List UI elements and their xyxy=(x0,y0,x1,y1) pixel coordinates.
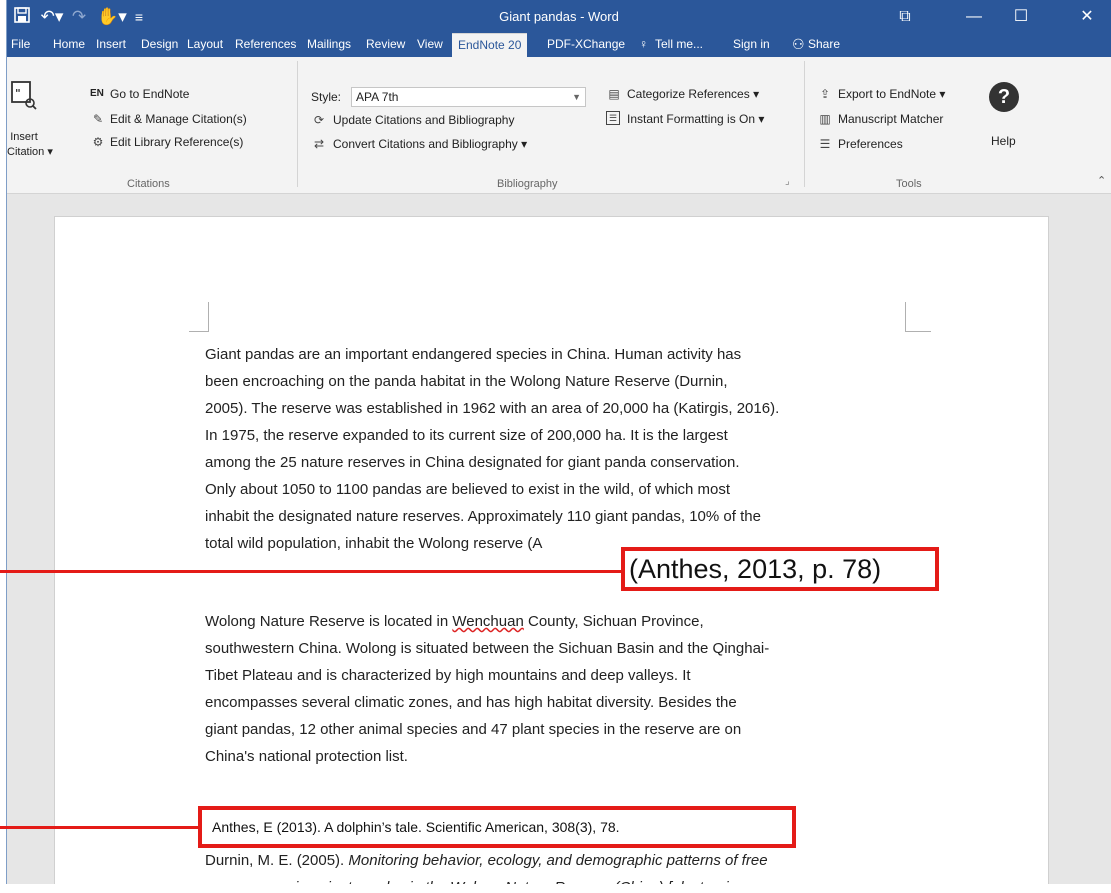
insert-citation-label-2[interactable]: Citation ▾ xyxy=(7,144,53,160)
share-icon[interactable]: ⚇ xyxy=(792,33,805,57)
edit-manage-citations-button[interactable]: Edit & Manage Citation(s) xyxy=(110,111,247,127)
edit-library-reference-button[interactable]: Edit Library Reference(s) xyxy=(110,134,243,150)
ribbon-endnote: " Insert Citation ▾ EN Go to EndNote ✎ E… xyxy=(7,57,1111,194)
manuscript-matcher-icon: ▥ xyxy=(819,112,831,126)
text-line: Durnin, M. E. (2005). Monitoring behavio… xyxy=(205,852,768,869)
tab-view[interactable]: View xyxy=(417,33,443,57)
group-separator xyxy=(804,61,805,187)
text-line: Giant pandas are an important endangered… xyxy=(205,346,742,363)
text-line: encompasses several climatic zones, and … xyxy=(205,694,737,711)
text-line: giant pandas, 12 other animal species an… xyxy=(205,721,742,738)
export-to-endnote-icon: ⇪ xyxy=(819,87,831,101)
share-button[interactable]: Share xyxy=(808,33,840,57)
spelling-error-word[interactable]: Wenchuan xyxy=(452,613,523,630)
text-line: inhabit the designated nature reserves. … xyxy=(205,508,761,525)
text-line: In 1975, the reserve expanded to its cur… xyxy=(205,427,728,444)
instant-formatting-button[interactable]: Instant Formatting is On ▾ xyxy=(627,111,764,127)
style-label: Style: xyxy=(311,90,342,104)
manuscript-matcher-button[interactable]: Manuscript Matcher xyxy=(838,111,943,127)
tab-review[interactable]: Review xyxy=(366,33,405,57)
tab-endnote[interactable]: EndNote 20 xyxy=(452,33,528,57)
window-title: Giant pandas - Word xyxy=(499,9,619,24)
text-line: Tibet Plateau and is characterized by hi… xyxy=(205,667,691,684)
chevron-down-icon: ▼ xyxy=(572,92,581,102)
text-line: among the 25 nature reserves in China de… xyxy=(205,454,740,471)
insert-citation-icon[interactable]: " xyxy=(11,81,37,111)
style-dropdown[interactable]: APA 7th ▼ xyxy=(351,87,586,107)
group-label-citations: Citations xyxy=(127,178,170,190)
lightbulb-icon[interactable]: ♀ xyxy=(639,33,648,57)
word-window: ↶▾ ↷ ✋▾ ≡ Giant pandas - Word ⧉ — ☐ ✕ Fi… xyxy=(6,0,1111,884)
dialog-launcher-icon[interactable]: ⌟ xyxy=(785,174,790,190)
help-button[interactable]: Help xyxy=(991,133,1016,149)
endnote-badge-icon: EN xyxy=(90,88,104,99)
help-icon[interactable]: ? xyxy=(989,82,1019,112)
tell-me-search[interactable]: Tell me... xyxy=(655,33,703,57)
insert-citation-label[interactable]: Insert xyxy=(7,129,41,145)
tab-pdf-xchange[interactable]: PDF-XChange xyxy=(547,33,625,57)
margin-marker xyxy=(189,302,209,332)
paragraph-2[interactable]: Wolong Nature Reserve is located in Wenc… xyxy=(205,608,805,770)
categorize-references-button[interactable]: Categorize References ▾ xyxy=(627,86,759,102)
title-bar: ↶▾ ↷ ✋▾ ≡ Giant pandas - Word ⧉ — ☐ ✕ xyxy=(7,0,1111,33)
preferences-icon: ☰ xyxy=(819,137,831,151)
edit-citation-icon: ✎ xyxy=(92,112,104,126)
citation-callout: (Anthes, 2013, p. 78) xyxy=(621,547,939,591)
convert-citations-icon: ⇄ xyxy=(313,137,325,151)
convert-citations-button[interactable]: Convert Citations and Bibliography ▾ xyxy=(333,136,527,152)
paragraph-1[interactable]: Giant pandas are an important endangered… xyxy=(205,341,805,557)
export-to-endnote-button[interactable]: Export to EndNote ▾ xyxy=(838,86,945,102)
go-to-endnote-button[interactable]: Go to EndNote xyxy=(110,86,189,102)
tab-layout[interactable]: Layout xyxy=(187,33,223,57)
text-line: Only about 1050 to 1100 pandas are belie… xyxy=(205,481,731,498)
sign-in-link[interactable]: Sign in xyxy=(733,33,770,57)
document-area: Giant pandas are an important endangered… xyxy=(7,194,1111,884)
callout-connector-line xyxy=(0,570,626,573)
preferences-button[interactable]: Preferences xyxy=(838,136,903,152)
text-line: Wolong Nature Reserve is located in Wenc… xyxy=(205,613,704,630)
close-button[interactable]: ✕ xyxy=(1064,0,1110,33)
tab-references[interactable]: References xyxy=(235,33,296,57)
text-line: ranging giant pandas in the Wolong Natur… xyxy=(205,874,805,884)
text-line: China's national protection list. xyxy=(205,748,408,765)
collapse-ribbon-icon[interactable]: ⌃ xyxy=(1097,173,1106,189)
minimize-button[interactable]: — xyxy=(951,0,997,33)
text-line: 2005). The reserve was established in 19… xyxy=(205,400,780,417)
tab-home[interactable]: Home xyxy=(53,33,85,57)
group-separator xyxy=(297,61,298,187)
group-label-bibliography: Bibliography xyxy=(497,178,558,190)
edit-library-icon: ⚙ xyxy=(92,135,104,149)
text-line: southwestern China. Wolong is situated b… xyxy=(205,640,770,657)
text-line: been encroaching on the panda habitat in… xyxy=(205,373,728,390)
group-label-tools: Tools xyxy=(896,178,922,190)
reference-callout: Anthes, E (2013). A dolphin’s tale. Scie… xyxy=(198,806,796,848)
ribbon-tabs: File Home Insert Design Layout Reference… xyxy=(7,33,1111,57)
callout-connector-line xyxy=(0,826,200,829)
svg-text:": " xyxy=(15,87,21,100)
maximize-button[interactable]: ☐ xyxy=(998,0,1044,33)
tab-mailings[interactable]: Mailings xyxy=(307,33,351,57)
reference-durnin[interactable]: Durnin, M. E. (2005). Monitoring behavio… xyxy=(205,847,805,884)
tab-design[interactable]: Design xyxy=(141,33,178,57)
update-citations-button[interactable]: Update Citations and Bibliography xyxy=(333,112,514,128)
categorize-references-icon: ▤ xyxy=(608,87,620,101)
update-citations-icon: ⟳ xyxy=(313,113,325,127)
instant-formatting-icon: ☰ xyxy=(606,111,620,125)
margin-marker xyxy=(905,302,931,332)
tab-insert[interactable]: Insert xyxy=(96,33,126,57)
tab-file[interactable]: File xyxy=(11,33,30,57)
ribbon-display-options-icon[interactable]: ⧉ xyxy=(882,0,928,33)
